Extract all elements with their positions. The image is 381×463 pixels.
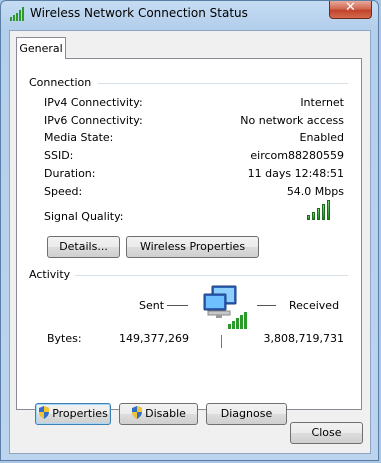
window-title: Wireless Network Connection Status [30,6,248,20]
bytes-sent-value: 149,377,269 [119,332,189,345]
activity-separator [221,335,222,348]
speed-value: 54.0 Mbps [286,185,344,198]
activity-group-label: Activity [29,268,71,281]
duration-value: 11 days 12:48:51 [247,167,344,180]
close-button[interactable]: Close [290,422,363,444]
duration-label: Duration: [44,167,96,180]
title-close-button[interactable]: ✕ [329,0,372,19]
uac-shield-icon [39,406,50,419]
tab-general[interactable]: General [16,37,66,59]
bytes-label: Bytes: [47,332,82,345]
signal-quality-label: Signal Quality: [44,210,124,223]
wireless-properties-button[interactable]: Wireless Properties [126,236,259,258]
diagnose-button[interactable]: Diagnose [206,403,287,425]
title-bar[interactable]: Wireless Network Connection Status ✕ [1,0,378,29]
general-panel: Connection IPv4 Connectivity: Internet I… [16,58,362,425]
received-label: Received [289,299,340,312]
signal-strength-icon [307,198,337,220]
status-window: Wireless Network Connection Status ✕ Gen… [0,0,379,461]
speed-label: Speed: [44,185,83,198]
bytes-received-value: 3,808,719,731 [263,332,344,345]
sent-line [167,305,188,306]
disable-button[interactable]: Disable [119,403,198,425]
connection-divider [98,83,348,84]
ipv6-label: IPv6 Connectivity: [44,114,143,127]
ipv4-label: IPv4 Connectivity: [44,96,143,109]
close-icon: ✕ [345,0,356,15]
tab-label: General [19,42,63,55]
activity-divider [75,275,348,276]
wireless-signal-icon [10,7,24,21]
properties-button[interactable]: Properties [35,403,111,425]
uac-shield-icon [132,406,143,419]
ssid-label: SSID: [44,149,74,162]
media-state-value: Enabled [299,131,344,144]
details-button[interactable]: Details... [47,236,120,258]
properties-button-label: Properties [52,407,108,420]
ipv4-value: Internet [300,96,344,109]
network-computers-icon [203,285,247,329]
ipv6-value: No network access [240,114,344,127]
received-line [257,305,276,306]
ssid-value: eircom88280559 [250,149,344,162]
sent-label: Sent [139,299,165,312]
connection-group-label: Connection [29,76,92,89]
disable-button-label: Disable [145,407,186,420]
media-state-label: Media State: [44,131,114,144]
dialog-client: General Connection IPv4 Connectivity: In… [9,30,371,454]
